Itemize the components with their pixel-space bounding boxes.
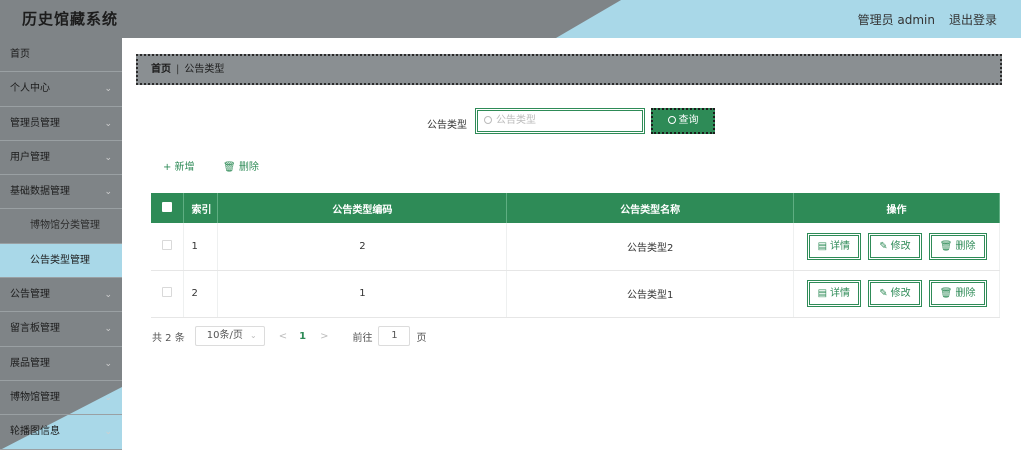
sidebar-item-users[interactable]: 用户管理 ⌄ bbox=[0, 141, 122, 176]
page-number-1[interactable]: 1 bbox=[299, 331, 306, 342]
submenu-notice-type[interactable]: 公告类型管理 bbox=[0, 243, 122, 279]
cell-index: 1 bbox=[183, 223, 219, 271]
cell-name: 公告类型1 bbox=[506, 270, 795, 318]
cell-name: 公告类型2 bbox=[506, 223, 795, 271]
chevron-down-icon: ⌄ bbox=[104, 152, 112, 163]
search-icon bbox=[484, 116, 492, 124]
row-delete-button[interactable]: 🗑 删除 bbox=[928, 232, 987, 260]
chevron-down-icon: ⌄ bbox=[104, 392, 112, 403]
chevron-down-icon: ⌄ bbox=[104, 427, 112, 438]
breadcrumb: 首页 | 公告类型 bbox=[136, 54, 1002, 85]
trash-icon: 🗑 bbox=[939, 240, 953, 252]
chevron-down-icon: ⌄ bbox=[104, 358, 112, 369]
pagination: 共 2 条 10条/页 ⌄ < 1 > 前往 1 页 bbox=[152, 326, 426, 346]
page-suffix: 页 bbox=[416, 332, 427, 344]
detail-button[interactable]: ▤ 详情 bbox=[806, 232, 862, 260]
sidebar-item-carousel[interactable]: 轮播图信息 ⌄ bbox=[0, 415, 122, 450]
sidebar-item-exhibits[interactable]: 展品管理 ⌄ bbox=[0, 347, 122, 381]
chevron-down-icon: ⌄ bbox=[104, 84, 112, 95]
row-delete-button[interactable]: 🗑 删除 bbox=[928, 280, 987, 307]
search-icon bbox=[667, 116, 676, 124]
document-icon: ▤ bbox=[817, 240, 828, 252]
submenu-museum-category[interactable]: 博物馆分类管理 bbox=[0, 209, 122, 244]
row-checkbox[interactable] bbox=[151, 270, 185, 318]
current-user: 管理员 admin bbox=[857, 13, 935, 27]
edit-button[interactable]: ✎ 修改 bbox=[868, 280, 922, 307]
cell-code: 1 bbox=[217, 270, 508, 318]
chevron-down-icon: ⌄ bbox=[104, 324, 112, 335]
table-row: 1 2 公告类型2 ▤ 详情 ✎ 修改 🗑 删除 bbox=[151, 223, 1000, 271]
cell-index: 2 bbox=[183, 270, 219, 318]
page-size-select[interactable]: 10条/页 ⌄ bbox=[194, 326, 265, 346]
search-input[interactable]: 公告类型 bbox=[475, 108, 645, 134]
breadcrumb-home[interactable]: 首页 bbox=[151, 64, 171, 75]
trash-icon: 🗑 bbox=[939, 288, 953, 299]
sidebar-item-profile[interactable]: 个人中心 ⌄ bbox=[0, 72, 122, 107]
sidebar-item-messages[interactable]: 留言板管理 ⌄ bbox=[0, 312, 122, 347]
total-count: 共 2 条 bbox=[152, 332, 185, 344]
select-all-checkbox[interactable] bbox=[151, 193, 185, 223]
search-placeholder: 公告类型 bbox=[496, 115, 536, 126]
cell-code: 2 bbox=[217, 223, 508, 271]
sidebar-item-museums[interactable]: 博物馆管理 ⌄ bbox=[0, 381, 122, 416]
search-button[interactable]: 查询 bbox=[651, 108, 715, 134]
sidebar-item-base-data[interactable]: 基础数据管理 ⌄ bbox=[0, 175, 122, 210]
breadcrumb-current: 公告类型 bbox=[184, 64, 225, 75]
prev-page-button[interactable]: < bbox=[279, 331, 287, 342]
edit-icon: ✎ bbox=[879, 288, 888, 299]
row-checkbox[interactable] bbox=[151, 223, 185, 271]
col-code: 公告类型编码 bbox=[217, 193, 508, 223]
logout-link[interactable]: 退出登录 bbox=[949, 11, 997, 28]
detail-button[interactable]: ▤ 详情 bbox=[806, 280, 862, 307]
goto-page-input[interactable]: 1 bbox=[378, 326, 411, 346]
top-header: 历史馆藏系统 管理员 admin 退出登录 bbox=[0, 0, 1021, 38]
trash-icon: 🗑 bbox=[223, 162, 236, 173]
search-label: 公告类型 bbox=[427, 120, 467, 131]
chevron-down-icon: ⌄ bbox=[250, 331, 257, 340]
add-button[interactable]: + 新增 bbox=[163, 158, 195, 173]
col-operations: 操作 bbox=[793, 193, 1000, 223]
col-name: 公告类型名称 bbox=[506, 193, 795, 223]
table-header-row: 索引 公告类型编码 公告类型名称 操作 bbox=[151, 193, 1000, 223]
breadcrumb-separator: | bbox=[176, 64, 180, 75]
sidebar-item-admins[interactable]: 管理员管理 ⌄ bbox=[0, 107, 122, 141]
next-page-button[interactable]: > bbox=[320, 331, 328, 342]
goto-label: 前往 bbox=[352, 332, 373, 344]
chevron-down-icon: ⌄ bbox=[104, 118, 112, 129]
table-row: 2 1 公告类型1 ▤ 详情 ✎ 修改 🗑 删除 bbox=[151, 270, 1000, 318]
cell-operations: ▤ 详情 ✎ 修改 🗑 删除 bbox=[793, 223, 1000, 271]
delete-button[interactable]: 🗑 删除 bbox=[223, 158, 259, 173]
app-title: 历史馆藏系统 bbox=[22, 10, 119, 28]
edit-button[interactable]: ✎ 修改 bbox=[868, 232, 922, 260]
sidebar-menu: 首页 个人中心 ⌄ 管理员管理 ⌄ 用户管理 ⌄ 基础数据管理 ⌄ 博物馆分类管理 公告… bbox=[0, 38, 122, 450]
col-index: 索引 bbox=[183, 193, 219, 223]
chevron-down-icon: ⌄ bbox=[104, 290, 112, 301]
edit-icon: ✎ bbox=[879, 240, 888, 252]
sidebar-item-home[interactable]: 首页 bbox=[0, 38, 122, 73]
document-icon: ▤ bbox=[817, 288, 828, 299]
chevron-down-icon: ⌄ bbox=[104, 187, 112, 198]
sidebar-item-notices[interactable]: 公告管理 ⌄ bbox=[0, 278, 122, 313]
notice-type-table: 索引 公告类型编码 公告类型名称 操作 1 2 公告类型2 ▤ 详情 ✎ 修改 🗑 删… bbox=[151, 193, 1000, 318]
cell-operations: ▤ 详情 ✎ 修改 🗑 删除 bbox=[793, 270, 1000, 318]
